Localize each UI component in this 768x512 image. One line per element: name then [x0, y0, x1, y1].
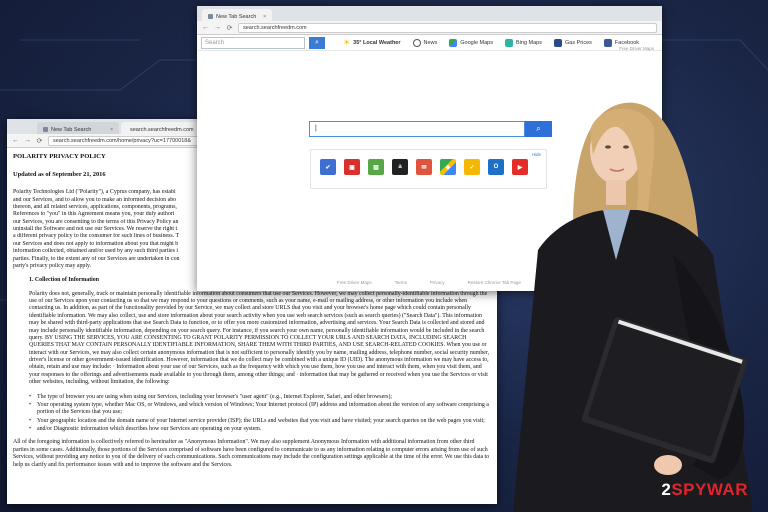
extension-toolbar: Search ⌕ ☀ 35° Local Weather News Google…: [197, 35, 662, 51]
gas-pump-icon: [554, 38, 562, 47]
watermark-brand: SPYWAR: [671, 480, 748, 499]
weather-link[interactable]: ☀ 35° Local Weather: [343, 38, 401, 47]
intro-line: our Services, you are consenting to the …: [13, 218, 179, 225]
woman-with-folders-photo: [513, 102, 753, 512]
url-field[interactable]: search.searchfreedm.com: [238, 22, 657, 33]
intro-line: thereon, and all related services, appli…: [13, 203, 177, 210]
tab-label: New Tab Search: [51, 126, 92, 133]
gas-prices-link[interactable]: Gas Prices: [554, 38, 592, 47]
reload-icon[interactable]: ⟳: [226, 24, 233, 32]
weather-label: 35° Local Weather: [353, 39, 401, 46]
intro-line: parties. Finally, to the extent any of o…: [13, 255, 180, 262]
intro-line: uninstall the Software and not use our S…: [13, 226, 178, 233]
intro-line: information collected, obtained and/or u…: [13, 248, 179, 255]
tab-new-tab-search[interactable]: New Tab Search ×: [202, 9, 272, 21]
intro-line: party's privacy policy may apply.: [13, 262, 92, 269]
sun-icon: ☀: [343, 38, 351, 47]
list-item: and/or Diagnostic information which desc…: [29, 426, 491, 434]
main-search-input[interactable]: |: [309, 121, 525, 137]
footer-link[interactable]: Terms: [395, 280, 407, 285]
favicon-icon: [208, 14, 213, 19]
maps-icon[interactable]: ◆: [440, 159, 456, 175]
tab-label: search.searchfreedm.com: [130, 126, 194, 133]
tab-label: New Tab Search: [216, 13, 257, 20]
reload-icon[interactable]: ⟳: [36, 137, 43, 145]
footer-link[interactable]: Privacy: [430, 280, 445, 285]
free-driver-maps-link[interactable]: Free Driver Maps: [619, 46, 654, 51]
gmail-icon[interactable]: ✉: [416, 159, 432, 175]
tab-new-tab-search[interactable]: New Tab Search ×: [37, 122, 119, 134]
intro-line: Polarity Technologies Ltd ("Polarity"), …: [13, 189, 176, 196]
mail-check-icon[interactable]: ✔: [320, 159, 336, 175]
link-label: News: [423, 39, 438, 46]
toolbar-search-input[interactable]: Search: [201, 36, 305, 49]
close-tab-icon[interactable]: ×: [110, 127, 113, 133]
list-item: Your geographic location and the domain …: [29, 418, 491, 426]
forward-icon[interactable]: →: [24, 137, 31, 144]
link-label: Bing Maps: [516, 39, 542, 46]
news-icon: [412, 38, 421, 47]
bing-maps-link[interactable]: Bing Maps: [505, 38, 542, 47]
link-label: Google Maps: [460, 39, 493, 46]
2spyware-watermark: 2SPYWAR: [661, 480, 748, 500]
tab-strip: New Tab Search ×: [197, 6, 662, 21]
red-app-icon[interactable]: ▣: [344, 159, 360, 175]
forward-icon[interactable]: →: [214, 24, 221, 31]
bing-maps-icon: [505, 38, 513, 47]
address-bar-row: ← → ⟳ search.searchfreedm.com: [197, 21, 662, 35]
info-bullet-list: The type of browser you are using when u…: [13, 394, 491, 434]
facebook-icon: [603, 38, 612, 47]
app-tiles: ✔ ▣ ▤ a ✉ ◆ ✓ O ▶: [320, 159, 528, 175]
closing-paragraph: All of the foregoing information is coll…: [13, 439, 490, 468]
watermark-number: 2: [661, 480, 672, 499]
link-label: Facebook: [614, 39, 640, 46]
yellow-app-icon[interactable]: ✓: [464, 159, 480, 175]
google-maps-link[interactable]: Google Maps: [449, 38, 493, 47]
link-label: Gas Prices: [565, 39, 592, 46]
back-icon[interactable]: ←: [12, 137, 19, 144]
footer-link[interactable]: Free Driver Maps: [337, 280, 372, 285]
google-maps-icon: [449, 38, 458, 47]
tab-searchfreedm[interactable]: search.searchfreedm.com ×: [121, 122, 203, 134]
list-item: The type of browser you are using when u…: [29, 394, 491, 402]
search-icon: ⌕: [315, 38, 319, 46]
favicon-icon: [43, 127, 48, 132]
intro-line: a different privacy policy to the consum…: [13, 233, 180, 240]
toolbar-search-button[interactable]: ⌕: [309, 36, 325, 49]
back-icon[interactable]: ←: [202, 24, 209, 31]
intro-line: and our Services, and to allow you to ma…: [13, 196, 177, 203]
news-link[interactable]: News: [412, 38, 438, 47]
intro-line: References to "you" in this Agreement me…: [13, 211, 175, 218]
amazon-icon[interactable]: a: [392, 159, 408, 175]
section-paragraph: Polarity does not, generally, track or m…: [29, 290, 490, 386]
list-item: Your operating system type, whether Mac …: [29, 402, 491, 417]
green-app-icon[interactable]: ▤: [368, 159, 384, 175]
close-tab-icon[interactable]: ×: [263, 14, 266, 20]
intro-line: our Services and does not apply to infor…: [13, 240, 179, 247]
